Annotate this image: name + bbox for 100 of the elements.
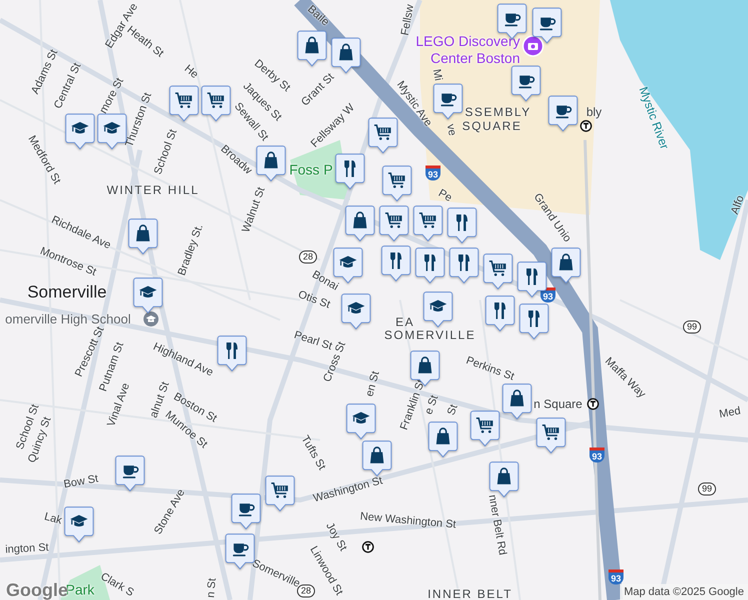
river-label: Mystic River — [635, 84, 673, 152]
map-pin[interactable] — [502, 383, 532, 420]
cafe-icon — [504, 14, 521, 26]
shopping-cart-icon — [489, 260, 506, 276]
cafe-icon — [518, 76, 535, 88]
shopping-bag-icon — [559, 254, 573, 270]
street-label: n St — [204, 578, 220, 598]
fork-knife-icon — [528, 310, 540, 328]
map-pin[interactable] — [447, 207, 477, 244]
map-pin[interactable] — [297, 30, 327, 67]
shopping-bag-icon — [418, 356, 432, 374]
map-pin[interactable] — [231, 493, 261, 530]
graduation-cap-icon — [103, 122, 121, 134]
fork-knife-icon — [226, 342, 238, 360]
fork-knife-icon — [494, 302, 506, 320]
shopping-cart-icon — [207, 92, 224, 108]
street-label: ve — [443, 122, 460, 138]
area-label: INNER BELT — [428, 586, 512, 600]
shopping-bag-icon — [136, 224, 150, 242]
shopping-cart-icon — [175, 92, 192, 108]
map-pin[interactable] — [201, 85, 231, 122]
shopping-cart-icon — [419, 212, 436, 228]
map-pin[interactable] — [470, 410, 500, 447]
map-pin[interactable] — [133, 277, 163, 314]
map-pin[interactable] — [428, 421, 458, 458]
street-label: Fellsw — [398, 3, 416, 37]
map-pin[interactable] — [331, 37, 361, 74]
transit-icon — [580, 120, 592, 132]
map-pin[interactable] — [256, 145, 286, 182]
map-pin[interactable] — [346, 403, 376, 440]
transit-icon — [587, 398, 599, 410]
map-pin[interactable] — [335, 153, 365, 190]
map-pin[interactable] — [341, 293, 371, 330]
map-pin[interactable] — [415, 247, 445, 284]
area-label: SQUARE — [462, 118, 522, 135]
street-label: Mi — [429, 68, 446, 82]
interstate-shield: 93 — [426, 166, 440, 180]
graduation-cap-icon — [352, 412, 370, 424]
route-shield: 99 — [683, 320, 701, 334]
shopping-cart-icon — [542, 424, 559, 440]
map-pin[interactable] — [362, 440, 392, 477]
cafe-icon — [122, 466, 139, 478]
cafe-icon — [232, 544, 249, 556]
map-pin[interactable] — [217, 335, 247, 372]
map-pin[interactable] — [551, 247, 581, 284]
map-pin[interactable] — [368, 117, 398, 154]
route-shield: 99 — [698, 482, 716, 496]
graduation-cap-icon — [339, 256, 357, 268]
map-pin[interactable] — [423, 291, 453, 328]
street-label: Bow St — [62, 472, 100, 493]
street-label: ington St — [4, 540, 50, 558]
park-label: Park — [66, 580, 94, 598]
cafe-icon — [440, 94, 457, 106]
map-pin[interactable] — [97, 113, 127, 150]
street-label: Med — [718, 404, 742, 423]
street-label: e St — [422, 392, 442, 418]
station-label: bly — [586, 104, 602, 121]
street-label: New Washington St — [359, 510, 457, 533]
route-shield: 28 — [299, 250, 317, 264]
shopping-cart-icon — [388, 172, 405, 188]
map-logo: Google — [6, 579, 68, 600]
map-pin[interactable] — [65, 113, 95, 150]
shopping-bag-icon — [510, 390, 524, 406]
street-label: en St — [362, 369, 383, 399]
street-label: Joy St — [323, 520, 350, 554]
map-pin[interactable] — [381, 245, 411, 282]
fork-knife-icon — [424, 254, 436, 272]
shopping-bag-icon — [497, 468, 511, 484]
street-label: Clark S — [98, 570, 137, 600]
place-label: omerville High School — [5, 310, 131, 326]
transit-icon — [362, 541, 374, 553]
fork-knife-icon — [456, 214, 468, 232]
map-pin[interactable] — [449, 247, 479, 284]
place-label: Somerville — [27, 281, 107, 304]
map-pin[interactable] — [64, 506, 94, 543]
map-pin[interactable] — [485, 295, 515, 332]
fork-knife-icon — [390, 252, 402, 270]
interstate-shield: 93 — [608, 570, 624, 584]
map-pin[interactable] — [382, 165, 412, 202]
street-label: Alfo — [728, 193, 748, 217]
area-label: SSEMBLY — [464, 104, 532, 121]
map-pin[interactable] — [265, 475, 295, 512]
graduation-cap-icon — [429, 300, 447, 312]
map-pin[interactable] — [379, 205, 409, 242]
map-pin[interactable] — [169, 85, 199, 122]
shopping-cart-icon — [374, 124, 391, 140]
street-label: He — [180, 62, 202, 83]
place-label: LEGO Discovery Center Boston — [414, 33, 520, 67]
graduation-cap-icon — [347, 302, 365, 314]
cafe-icon — [556, 106, 572, 118]
map-pin[interactable] — [483, 253, 513, 290]
fork-knife-icon — [344, 160, 356, 178]
map-pin[interactable] — [536, 417, 566, 454]
map-pin[interactable] — [519, 303, 549, 340]
graduation-cap-icon — [70, 515, 88, 526]
street-label: Pearl St — [292, 328, 334, 354]
map-pin[interactable] — [345, 205, 375, 242]
map-pin[interactable] — [413, 205, 443, 242]
map-pin[interactable] — [128, 218, 158, 255]
shopping-bag-icon — [370, 446, 384, 464]
